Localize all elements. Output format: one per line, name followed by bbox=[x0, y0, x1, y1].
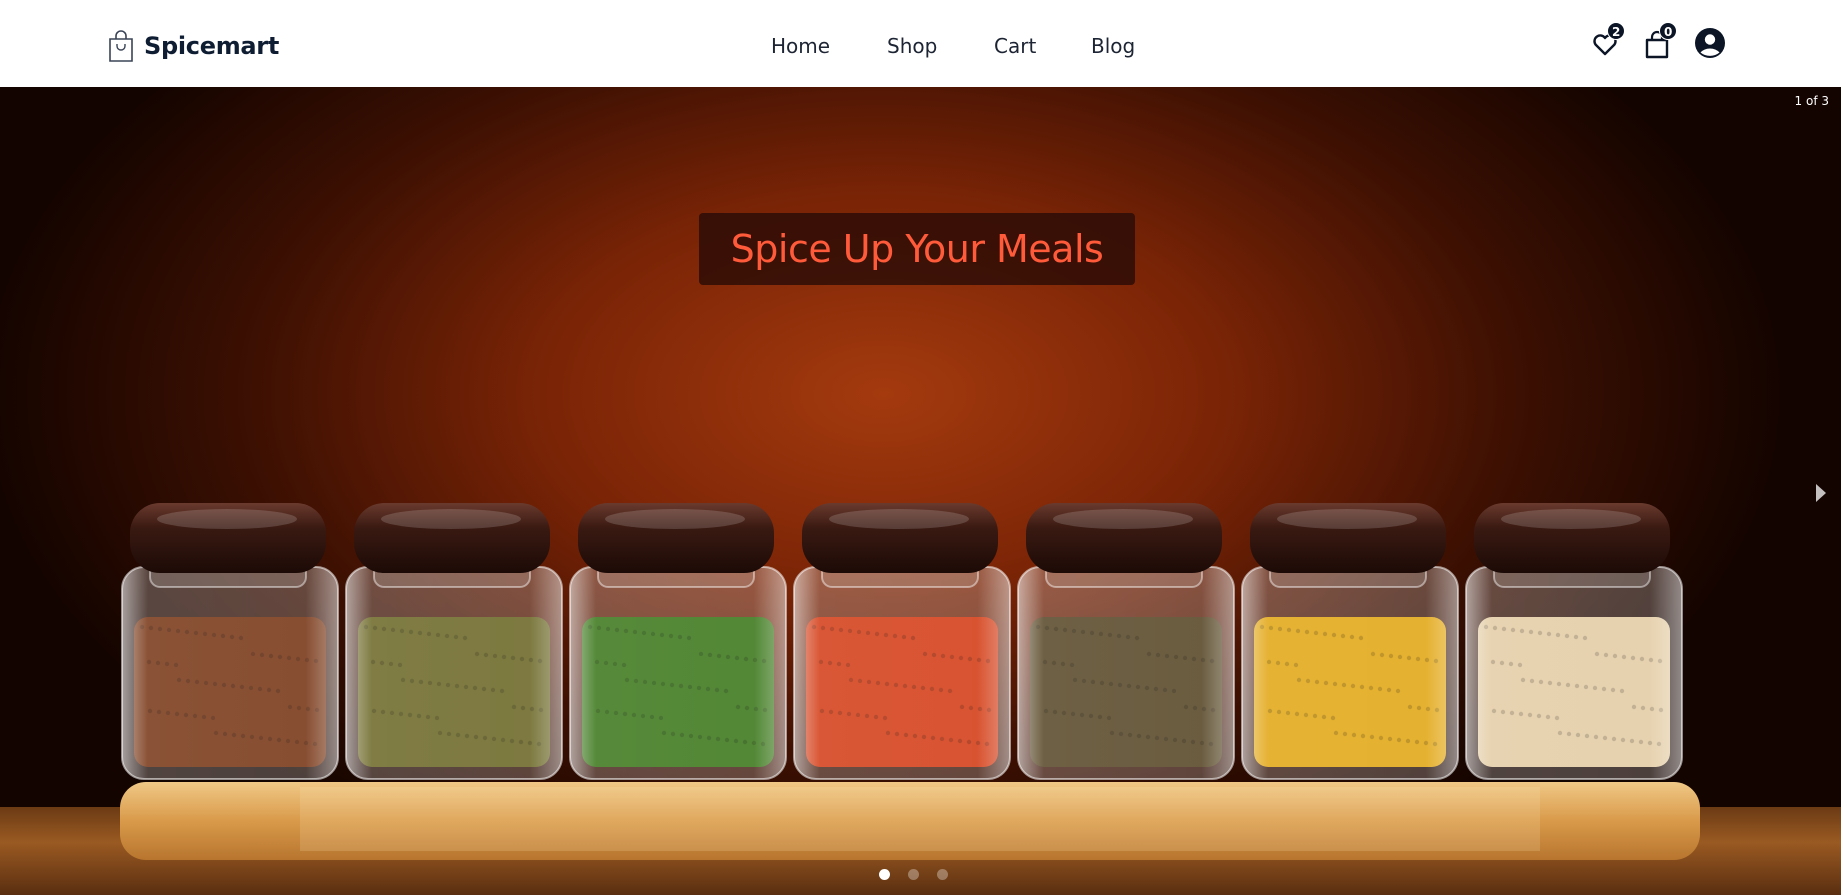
spice-jar bbox=[793, 503, 1011, 780]
account-button[interactable] bbox=[1694, 26, 1728, 60]
cart-button[interactable]: 0 bbox=[1643, 22, 1678, 60]
nav-link-shop[interactable]: Shop bbox=[887, 30, 937, 62]
slide-title: Spice Up Your Meals bbox=[730, 227, 1104, 271]
nav-link-cart[interactable]: Cart bbox=[994, 30, 1036, 62]
spice-jar bbox=[121, 503, 339, 780]
carousel-dot-3[interactable] bbox=[937, 868, 948, 880]
spice-jar bbox=[1241, 503, 1459, 780]
spice-jar bbox=[1017, 503, 1235, 780]
hero-carousel: 1 of 3 Spice Up Your Meals bbox=[0, 87, 1841, 895]
slide-counter: 1 of 3 bbox=[1794, 94, 1829, 108]
main-nav: Home Shop Cart Blog bbox=[0, 30, 1841, 62]
nav-link-home[interactable]: Home bbox=[771, 30, 830, 62]
spice-jar bbox=[1465, 503, 1683, 780]
spice-jar bbox=[345, 503, 563, 780]
nav-link-blog[interactable]: Blog bbox=[1091, 30, 1135, 62]
wishlist-button[interactable]: 2 bbox=[1591, 22, 1626, 60]
carousel-next-button[interactable] bbox=[1811, 478, 1831, 508]
caret-right-icon bbox=[1816, 484, 1826, 502]
wishlist-count-badge: 2 bbox=[1607, 22, 1626, 40]
carousel-dot-2[interactable] bbox=[908, 868, 919, 880]
cart-count-badge: 0 bbox=[1659, 22, 1678, 40]
site-header: Spicemart Home Shop Cart Blog 2 0 bbox=[0, 0, 1841, 87]
slide-title-box: Spice Up Your Meals bbox=[699, 213, 1135, 285]
spice-jars bbox=[121, 503, 1683, 780]
carousel-dot-1[interactable] bbox=[879, 868, 890, 880]
hero-slide-image bbox=[0, 503, 1841, 895]
spice-jar bbox=[569, 503, 787, 780]
carousel-dots bbox=[879, 867, 948, 881]
user-circle-icon bbox=[1695, 28, 1725, 58]
